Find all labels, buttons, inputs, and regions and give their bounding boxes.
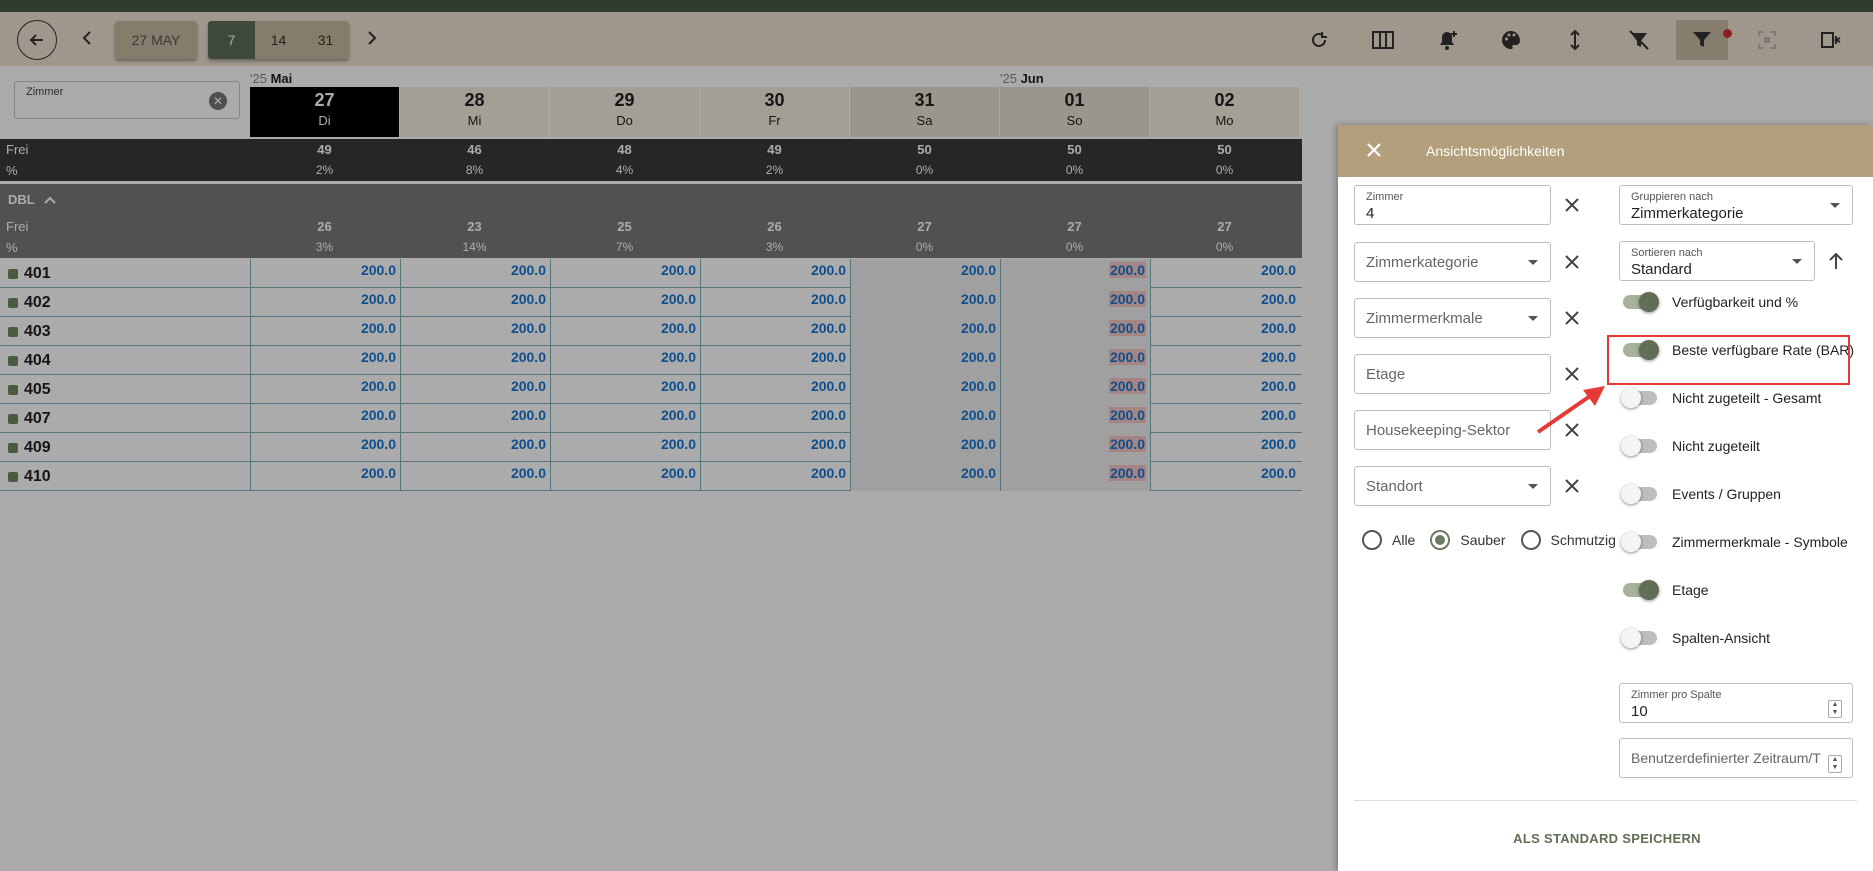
toggle-switch[interactable] [1621, 532, 1657, 552]
clear-zimmer-button[interactable] [1561, 194, 1583, 216]
close-icon [1367, 143, 1381, 157]
clear-zimmermerkmale-button[interactable] [1561, 307, 1583, 329]
close-icon [1565, 479, 1579, 493]
toggle-item[interactable]: Verfügbarkeit und % [1623, 292, 1798, 312]
toggle-switch[interactable] [1621, 388, 1657, 408]
clear-standort-button[interactable] [1561, 475, 1583, 497]
toggle-item[interactable]: Events / Gruppen [1621, 484, 1781, 504]
toggle-item[interactable]: Nicht zugeteilt - Gesamt [1621, 388, 1821, 408]
stepper-icon[interactable]: ▲ ▼ [1828, 755, 1842, 773]
close-button[interactable] [1362, 138, 1386, 162]
toggle-item[interactable]: Spalten-Ansicht [1621, 628, 1770, 648]
toggle-item[interactable]: Zimmermerkmale - Symbole [1621, 532, 1848, 552]
zimmermerkmale-select[interactable]: Zimmermerkmale [1354, 298, 1551, 338]
toggle-switch[interactable] [1621, 436, 1657, 456]
toggle-item[interactable]: Nicht zugeteilt [1621, 436, 1760, 456]
housekeeping-input[interactable]: Housekeeping-Sektor [1354, 410, 1551, 450]
panel-title: Ansichtsmöglichkeiten [1426, 143, 1565, 159]
zimmer-field[interactable]: Zimmer 4 [1354, 185, 1551, 225]
custom-range-input[interactable]: Benutzerdefinierter Zeitraum/T ▲ ▼ [1619, 738, 1853, 778]
divider [1354, 800, 1857, 801]
etage-input[interactable]: Etage [1354, 354, 1551, 394]
toggle-switch[interactable] [1621, 484, 1657, 504]
zimmer-pro-spalte-input[interactable]: Zimmer pro Spalte 10 ▲ ▼ [1619, 683, 1853, 723]
cleanliness-radio-group: Alle Sauber Schmutzig [1362, 530, 1631, 550]
view-options-panel: Ansichtsmöglichkeiten Zimmer 4 Zimmerkat… [1338, 125, 1873, 871]
panel-header: Ansichtsmöglichkeiten [1338, 125, 1873, 177]
radio-schmutzig[interactable] [1520, 530, 1541, 550]
close-icon [1565, 255, 1579, 269]
sort-direction-button[interactable] [1825, 250, 1847, 272]
save-default-button[interactable]: ALS STANDARD SPEICHERN [1468, 823, 1746, 853]
radio-alle[interactable] [1362, 530, 1382, 550]
annotation-arrow-icon [1536, 386, 1605, 434]
zimmerkategorie-select[interactable]: Zimmerkategorie [1354, 242, 1551, 282]
toggle-item[interactable]: Etage [1623, 580, 1709, 600]
close-icon [1565, 198, 1579, 212]
clear-zimmerkategorie-button[interactable] [1561, 251, 1583, 273]
sortieren-select[interactable]: Sortieren nach Standard [1619, 241, 1815, 281]
toggle-switch[interactable] [1623, 292, 1659, 312]
standort-select[interactable]: Standort [1354, 466, 1551, 506]
highlight-box [1607, 335, 1850, 385]
radio-sauber[interactable] [1430, 530, 1451, 550]
gruppieren-select[interactable]: Gruppieren nach Zimmerkategorie [1619, 185, 1853, 225]
toggle-switch[interactable] [1621, 628, 1657, 648]
close-icon [1565, 311, 1579, 325]
arrow-up-icon [1829, 252, 1843, 269]
toggle-switch[interactable] [1623, 580, 1659, 600]
stepper-icon[interactable]: ▲ ▼ [1828, 700, 1842, 718]
close-icon [1565, 367, 1579, 381]
